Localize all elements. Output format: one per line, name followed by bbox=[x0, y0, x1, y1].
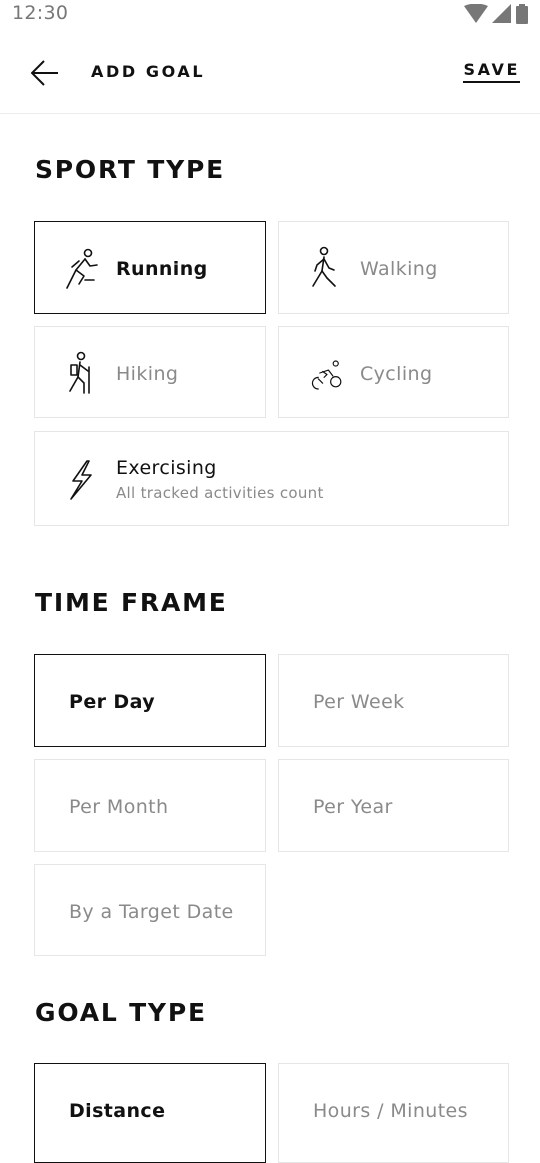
walking-icon bbox=[307, 246, 343, 290]
time-frame-option-label: Per Year bbox=[313, 796, 393, 818]
time-frame-option-label: Per Day bbox=[69, 691, 155, 713]
time-frame-option-label: Per Week bbox=[313, 691, 405, 713]
status-time: 12:30 bbox=[12, 2, 69, 24]
goal-type-option-label: Hours / Minutes bbox=[313, 1100, 468, 1122]
signal-icon bbox=[492, 4, 511, 23]
sport-option-label: Hiking bbox=[116, 363, 179, 385]
sport-option-sublabel: All tracked activities count bbox=[116, 484, 324, 502]
sport-option-label: Exercising bbox=[116, 457, 217, 479]
sport-option-label: Running bbox=[116, 258, 208, 280]
time-frame-option-target-date[interactable]: By a Target Date bbox=[34, 864, 266, 956]
running-icon bbox=[63, 246, 99, 290]
time-frame-option-per-day[interactable]: Per Day bbox=[34, 654, 266, 747]
goal-type-option-label: Distance bbox=[69, 1100, 166, 1122]
sport-option-running[interactable]: Running bbox=[34, 221, 266, 314]
sport-option-walking[interactable]: Walking bbox=[278, 221, 509, 314]
page-title: ADD GOAL bbox=[91, 62, 206, 81]
battery-icon bbox=[516, 4, 528, 24]
sport-option-exercising[interactable]: Exercising All tracked activities count bbox=[34, 431, 509, 526]
sport-type-title: SPORT TYPE bbox=[35, 155, 226, 184]
time-frame-option-label: By a Target Date bbox=[69, 901, 234, 923]
back-button[interactable] bbox=[28, 56, 62, 90]
app-bar: ADD GOAL SAVE bbox=[0, 30, 540, 114]
time-frame-option-label: Per Month bbox=[69, 796, 169, 818]
status-bar: 12:30 bbox=[0, 0, 540, 30]
time-frame-title: TIME FRAME bbox=[35, 588, 228, 617]
save-button[interactable]: SAVE bbox=[463, 60, 520, 83]
sport-option-label: Walking bbox=[360, 258, 438, 280]
status-icons bbox=[464, 4, 528, 24]
sport-option-hiking[interactable]: Hiking bbox=[34, 326, 266, 418]
goal-type-option-distance[interactable]: Distance bbox=[34, 1063, 266, 1163]
time-frame-option-per-year[interactable]: Per Year bbox=[278, 759, 509, 852]
arrow-left-icon bbox=[31, 60, 58, 86]
cycling-icon bbox=[307, 351, 343, 395]
time-frame-option-per-week[interactable]: Per Week bbox=[278, 654, 509, 747]
goal-type-option-hours-minutes[interactable]: Hours / Minutes bbox=[278, 1063, 509, 1163]
lightning-icon bbox=[63, 457, 99, 501]
sport-option-label: Cycling bbox=[360, 363, 433, 385]
wifi-icon bbox=[464, 4, 488, 23]
goal-type-title: GOAL TYPE bbox=[35, 998, 207, 1027]
time-frame-option-per-month[interactable]: Per Month bbox=[34, 759, 266, 852]
hiking-icon bbox=[63, 351, 99, 395]
sport-option-cycling[interactable]: Cycling bbox=[278, 326, 509, 418]
